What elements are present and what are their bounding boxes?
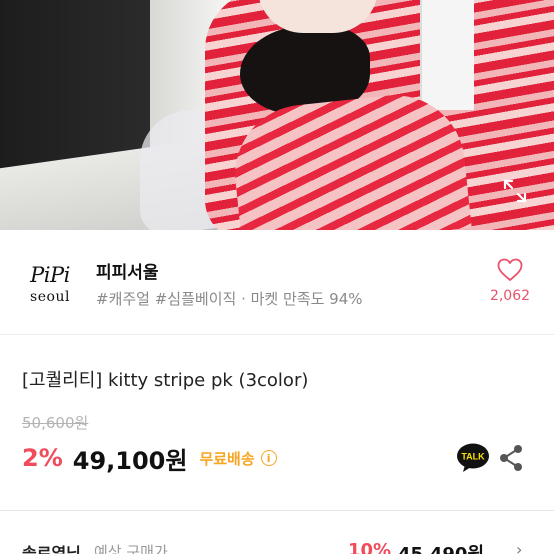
seller-tags: #캐주얼 #심플베이직 · 마켓 만족도 94% [96,290,363,308]
share-icon [500,445,522,471]
member-price: 45,490원 [398,540,484,554]
talk-label: TALK [461,452,485,462]
original-price: 50,600원 [22,414,89,432]
member-discount-rate: 10% [348,540,392,554]
expand-arrows-icon [503,179,527,203]
section-divider [0,334,554,335]
heart-icon [497,258,523,281]
talk-bubble-icon: TALK [457,443,489,472]
discount-rate: 2% [22,444,63,472]
kakao-talk-button[interactable]: TALK [456,442,490,474]
photo-shirt-placket [420,0,474,110]
seller-logo-line1: PiPi [30,262,70,287]
product-photo[interactable] [0,0,554,230]
seller-logo[interactable]: PiPi seoul [22,256,78,312]
chevron-right-icon[interactable]: › [516,540,522,554]
seller-name[interactable]: 피피서울 [96,258,159,283]
seller-section[interactable]: PiPi seoul 피피서울 #캐주얼 #심플베이직 · 마켓 만족도 94%… [0,230,554,334]
info-icon[interactable]: i [260,450,277,466]
share-button[interactable] [498,444,524,472]
seller-logo-line2: seoul [30,288,70,305]
section-divider-bottom [0,510,554,511]
expand-photo-button[interactable] [496,172,534,210]
product-title: [고퀄리티] kitty stripe pk (3color) [22,370,309,391]
like-count: 2,062 [489,288,531,304]
like-button[interactable]: 2,062 [482,258,538,308]
member-name-label: 솔로열님 [22,544,81,554]
free-shipping-label: 무료배송 [199,449,255,468]
price-row: 2% 49,100원 무료배송 i [22,440,277,476]
expected-price-label: 예상 구매가 [94,543,168,554]
sale-price: 49,100원 [72,446,188,475]
member-price-row[interactable]: 솔로열님 예상 구매가 10% 45,490원 › [22,540,542,554]
